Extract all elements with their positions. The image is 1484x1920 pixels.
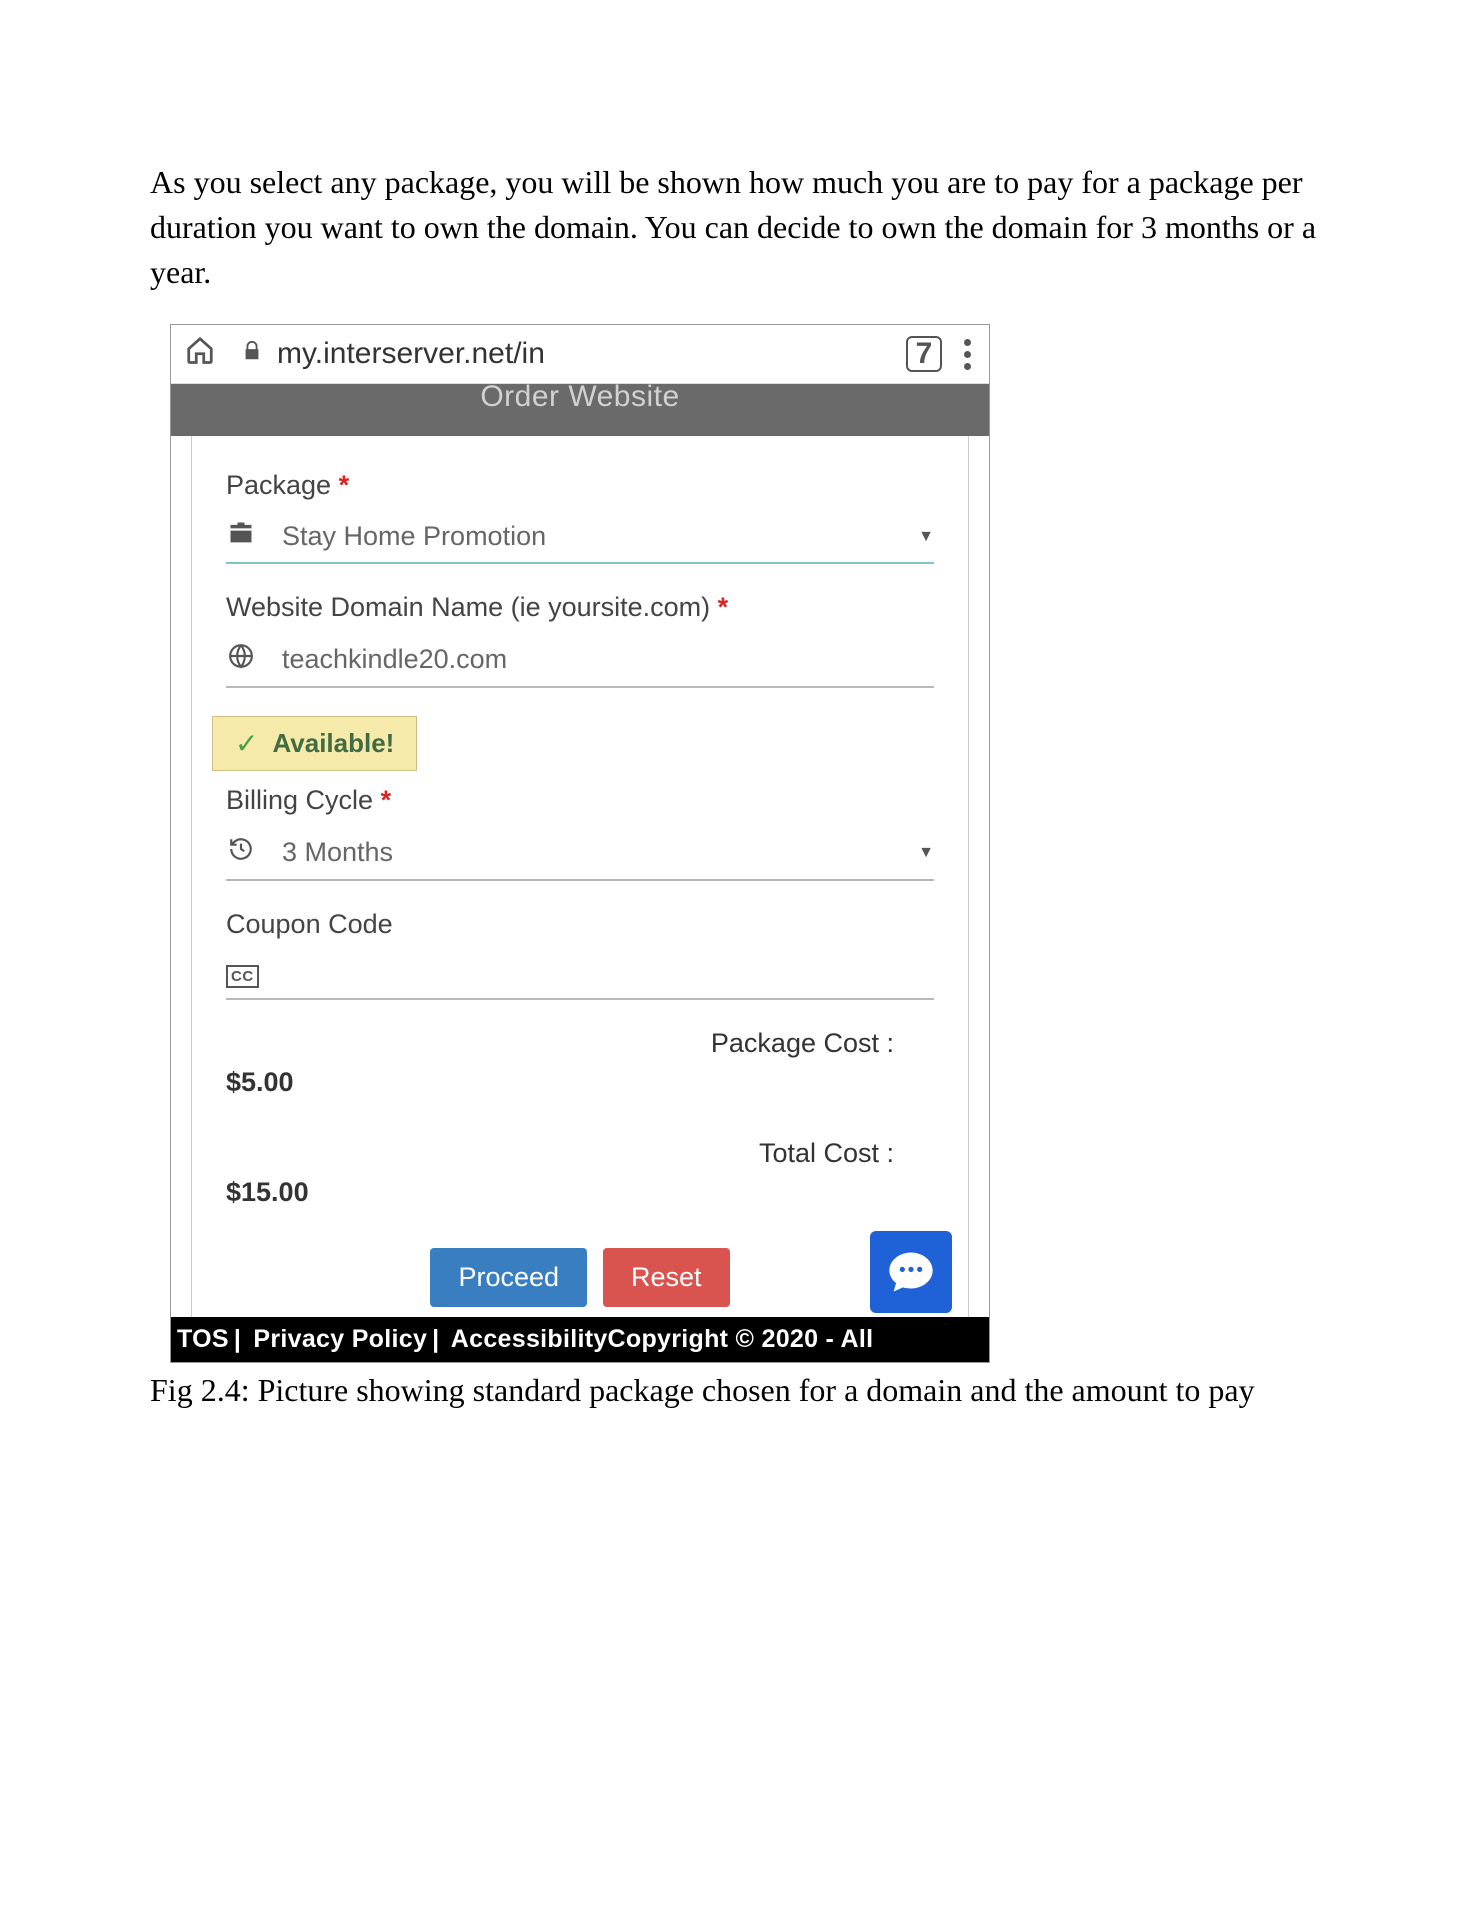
domain-label: Website Domain Name (ie yoursite.com) * [226,592,934,623]
availability-badge: ✓ Available! [212,716,417,771]
url-text: my.interserver.net/in [277,337,545,371]
total-cost-label: Total Cost : [226,1138,934,1169]
home-icon[interactable] [185,335,215,373]
package-cost-value: $5.00 [226,1067,934,1098]
page-footer: TOS| Privacy Policy| AccessibilityCopyri… [171,1317,989,1362]
proceed-button[interactable]: Proceed [430,1248,587,1307]
billing-value: 3 Months [282,837,892,868]
coupon-icon: CC [226,960,256,988]
order-form: Package * Stay Home Promotion ▼ Website … [191,436,969,1317]
intro-paragraph: As you select any package, you will be s… [150,160,1334,294]
reset-button[interactable]: Reset [603,1248,730,1307]
total-cost-value: $15.00 [226,1177,934,1208]
package-cost-label: Package Cost : [226,1028,934,1059]
footer-privacy-link[interactable]: Privacy Policy [253,1325,427,1353]
lock-icon [241,340,263,369]
availability-text: Available! [272,728,394,759]
chevron-down-icon: ▼ [918,844,934,862]
coupon-label: Coupon Code [226,909,934,940]
chevron-down-icon: ▼ [918,528,934,546]
tab-count-button[interactable]: 7 [906,336,942,372]
menu-icon[interactable] [960,335,975,374]
chat-icon [885,1246,937,1298]
briefcase-icon [226,521,256,552]
page-body: Order Website Package * Stay Home Promot… [171,384,989,1362]
page-header: Order Website [171,384,989,436]
footer-tos-link[interactable]: TOS [177,1325,229,1353]
package-select[interactable]: Stay Home Promotion ▼ [226,511,934,564]
figure-caption: Fig 2.4: Picture showing standard packag… [150,1369,1334,1412]
domain-input[interactable]: teachkindle20.com [226,633,934,688]
footer-copyright: Copyright © 2020 - All [608,1325,874,1353]
screenshot-figure: my.interserver.net/in 7 Order Website Pa… [170,324,990,1363]
page-header-title: Order Website [480,384,679,413]
coupon-input[interactable]: CC [226,950,934,1000]
billing-select[interactable]: 3 Months ▼ [226,826,934,881]
browser-toolbar: my.interserver.net/in 7 [171,325,989,384]
cost-summary: Package Cost : $5.00 Total Cost : $15.00 [226,1028,934,1208]
action-buttons: Proceed Reset [226,1248,934,1307]
check-icon: ✓ [235,727,258,760]
domain-value: teachkindle20.com [282,644,934,675]
package-value: Stay Home Promotion [282,521,892,552]
package-label: Package * [226,470,934,501]
footer-accessibility-link[interactable]: Accessibility [451,1325,608,1353]
globe-icon [226,643,256,676]
history-icon [226,836,256,869]
address-bar[interactable]: my.interserver.net/in [233,333,888,375]
chat-button[interactable] [870,1231,952,1313]
billing-label: Billing Cycle * [226,785,934,816]
